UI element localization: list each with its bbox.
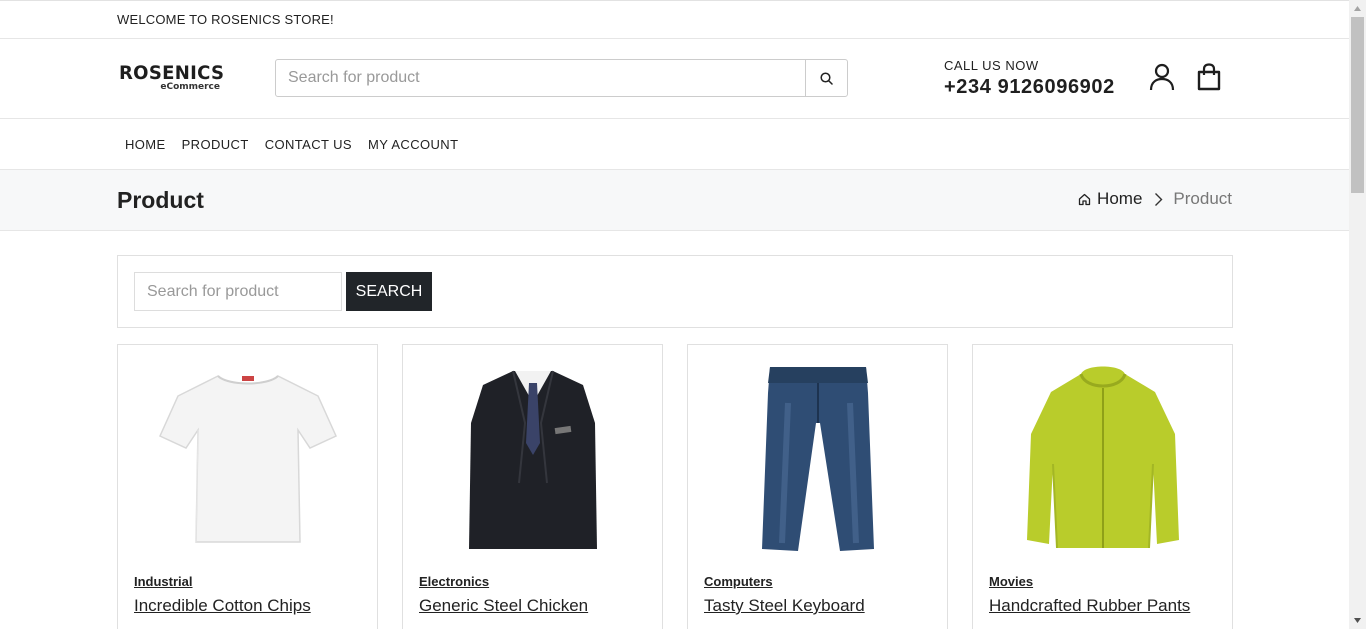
phone-number[interactable]: +234 9126096902 [944, 76, 1115, 99]
welcome-text: WELCOME TO ROSENICS STORE! [117, 12, 334, 27]
header-search [275, 59, 848, 97]
product-name[interactable]: Tasty Steel Keyboard [704, 596, 865, 616]
user-icon [1149, 63, 1175, 91]
call-us-label: CALL US NOW [944, 58, 1039, 73]
breadcrumb-current: Product [1173, 189, 1232, 208]
product-name[interactable]: Generic Steel Chicken [419, 596, 588, 616]
breadcrumb-home-label: Home [1097, 189, 1143, 208]
scroll-up-arrow-icon[interactable] [1349, 0, 1366, 17]
nav-item-contact-us[interactable]: CONTACT US [257, 137, 360, 152]
product-card: Computers Tasty Steel Keyboard [687, 344, 948, 629]
cart-button[interactable] [1196, 63, 1222, 96]
product-category[interactable]: Industrial [134, 574, 193, 589]
site-header: ROSENICS eCommerce CALL US NOW +234 9126… [0, 39, 1349, 119]
page-banner: Product Home Product [0, 170, 1349, 231]
page-title: Product [117, 187, 204, 213]
logo-tagline: eCommerce [160, 82, 220, 92]
call-us: CALL US NOW +234 9126096902 [944, 58, 1115, 99]
search-icon [820, 71, 833, 85]
product-card: Electronics Generic Steel Chicken [402, 344, 663, 629]
product-image-jacket[interactable] [973, 359, 1232, 559]
chevron-right-icon [1154, 192, 1163, 207]
product-category[interactable]: Electronics [419, 574, 489, 589]
product-category[interactable]: Movies [989, 574, 1033, 589]
product-card: Movies Handcrafted Rubber Pants [972, 344, 1233, 629]
shopping-bag-icon [1197, 63, 1221, 91]
product-grid: Industrial Incredible Cotton Chips Elect… [117, 344, 1233, 629]
scrollbar-thumb[interactable] [1351, 17, 1364, 193]
product-card: Industrial Incredible Cotton Chips [117, 344, 378, 629]
home-icon [1078, 193, 1091, 205]
nav-item-product[interactable]: PRODUCT [174, 137, 257, 152]
scroll-down-arrow-icon[interactable] [1349, 612, 1366, 629]
product-image-suit[interactable] [403, 359, 662, 559]
nav-item-home[interactable]: HOME [117, 137, 174, 152]
product-search-button[interactable]: SEARCH [346, 272, 432, 311]
logo-wordmark: ROSENICS [119, 62, 225, 84]
product-image-jeans[interactable] [688, 359, 947, 559]
page: WELCOME TO ROSENICS STORE! ROSENICS eCom… [0, 0, 1349, 629]
product-name[interactable]: Handcrafted Rubber Pants [989, 596, 1190, 616]
account-button[interactable] [1149, 63, 1175, 96]
top-bar: WELCOME TO ROSENICS STORE! [0, 1, 1349, 39]
breadcrumb: Home Product [1078, 189, 1232, 209]
page-scrollbar[interactable] [1349, 0, 1366, 629]
logo[interactable]: ROSENICS eCommerce [119, 62, 225, 92]
product-image-tshirt[interactable] [118, 359, 377, 559]
header-search-input[interactable] [276, 60, 805, 96]
product-name[interactable]: Incredible Cotton Chips [134, 596, 311, 616]
nav-item-my-account[interactable]: MY ACCOUNT [360, 137, 466, 152]
product-filter: SEARCH [117, 255, 1233, 328]
header-search-button[interactable] [805, 60, 847, 96]
product-category[interactable]: Computers [704, 574, 773, 589]
product-search-input[interactable] [134, 272, 342, 311]
main-nav: HOME PRODUCT CONTACT US MY ACCOUNT [0, 119, 1349, 170]
breadcrumb-home-link[interactable]: Home [1078, 189, 1142, 209]
